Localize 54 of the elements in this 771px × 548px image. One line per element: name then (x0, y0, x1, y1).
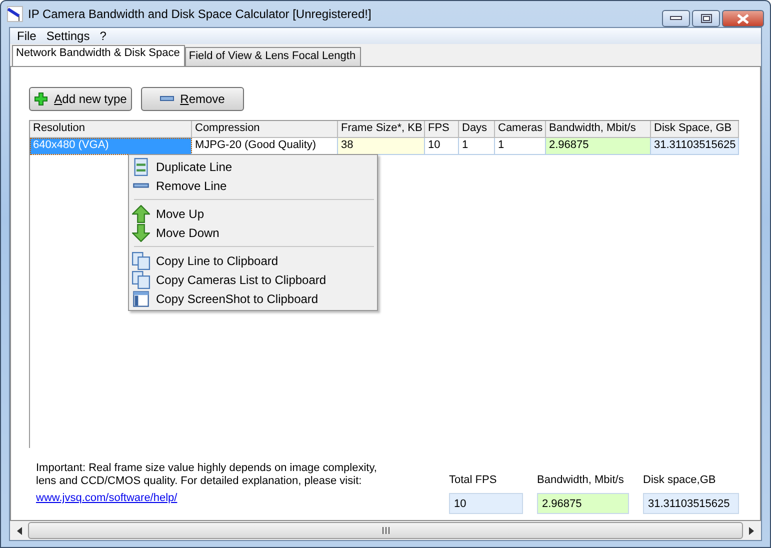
table-cell[interactable]: 2.96875 (546, 138, 651, 155)
menu-item[interactable]: Copy ScreenShot to Clipboard (131, 289, 375, 308)
remove-button[interactable]: Remove (141, 87, 244, 111)
menu-item[interactable]: Move Down (131, 223, 375, 242)
table-cell[interactable]: 38 (338, 138, 425, 155)
column-header[interactable]: Days (459, 121, 495, 138)
copy-icon (132, 270, 150, 288)
window-title: IP Camera Bandwidth and Disk Space Calculator [Unregistered!] (28, 7, 372, 21)
total-label: Bandwidth, Mbit/s (537, 474, 625, 486)
note-text: Important: Real frame size value highly depends on image complexity, lens and CCD/CMOS quality. For detailed explanation, please visit: (36, 462, 378, 488)
minimize-icon (670, 16, 682, 21)
menu-item[interactable]: ? (96, 29, 114, 43)
plus-icon (34, 92, 48, 106)
menu-item[interactable]: Settings (43, 29, 97, 43)
table-cell[interactable]: 1 (495, 138, 546, 155)
menu-item[interactable]: Copy Cameras List to Clipboard (131, 270, 375, 289)
minimize-button[interactable] (662, 10, 690, 27)
minus-icon (132, 183, 150, 188)
copy-icon (132, 252, 150, 270)
column-header[interactable]: Bandwidth, Mbit/s (546, 121, 651, 138)
total-label: Total FPS (449, 474, 498, 486)
tab[interactable]: Network Bandwidth & Disk Space (12, 45, 185, 67)
help-link[interactable]: www.jvsq.com/software/help/ (36, 492, 178, 505)
scrollbar-thumb[interactable] (28, 522, 743, 539)
close-icon (737, 14, 749, 24)
add-button[interactable]: Add new type (29, 87, 132, 111)
arrow-up-icon (132, 204, 150, 222)
total-field[interactable]: 2.96875 (537, 493, 629, 514)
arrow-down-icon (132, 224, 150, 242)
table-cell[interactable]: 10 (425, 138, 459, 155)
column-header[interactable]: Compression (192, 121, 338, 138)
menu-item[interactable]: Duplicate Line (131, 157, 375, 176)
column-header[interactable]: FPS (425, 121, 459, 138)
menu-item[interactable]: Copy Line to Clipboard (131, 251, 375, 270)
minus-icon (160, 96, 174, 102)
menu-item[interactable]: Remove Line (131, 176, 375, 195)
menu-item[interactable]: Move Up (131, 204, 375, 223)
maximize-icon (700, 14, 712, 23)
menu-item[interactable]: File (14, 29, 44, 43)
tab[interactable]: Field of View & Lens Focal Length (184, 47, 361, 66)
column-header[interactable]: Disk Space, GB (651, 121, 739, 138)
close-button[interactable] (722, 10, 764, 27)
column-header[interactable]: Frame Size*, KB (338, 121, 425, 138)
total-field[interactable]: 31.31103515625 (643, 493, 739, 514)
table-cell[interactable]: 1 (459, 138, 495, 155)
total-label: Disk space,GB (643, 474, 717, 486)
maximize-button[interactable] (692, 10, 720, 27)
total-field[interactable]: 10 (449, 493, 523, 514)
app-icon (7, 6, 23, 22)
column-header[interactable]: Resolution (30, 121, 192, 138)
document-icon (132, 158, 150, 176)
window-icon (132, 290, 150, 308)
column-header[interactable]: Cameras (495, 121, 546, 138)
table-cell[interactable]: 31.31103515625 (651, 138, 739, 155)
